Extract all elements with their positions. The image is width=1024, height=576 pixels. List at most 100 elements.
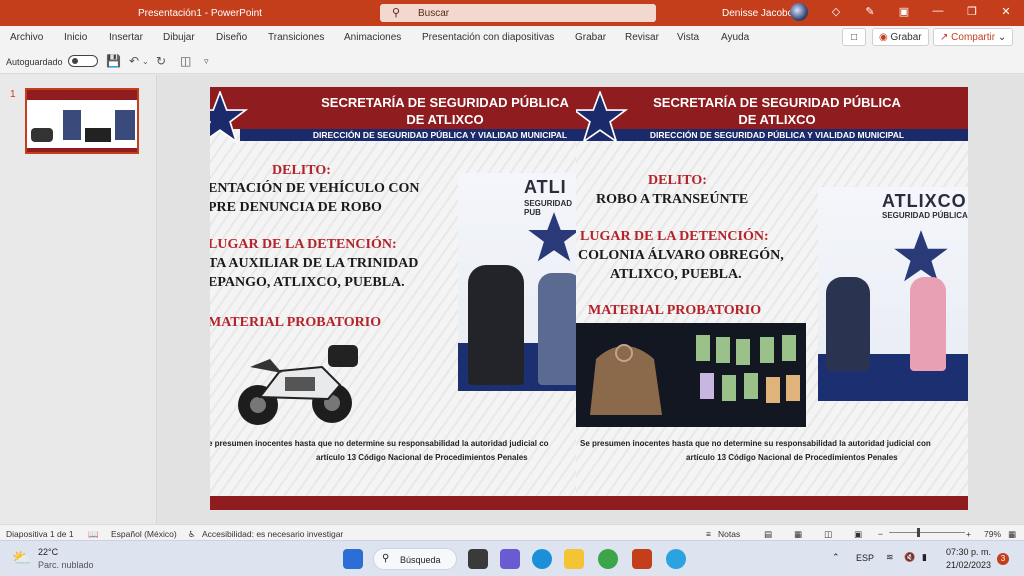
- chrome-icon[interactable]: [598, 549, 618, 569]
- ribbon-display-icon[interactable]: ▣: [896, 5, 912, 21]
- zoom-in-icon[interactable]: +: [966, 529, 971, 539]
- tab-revisar[interactable]: Revisar: [625, 32, 659, 43]
- show-hidden-icons-icon[interactable]: ⌃: [832, 552, 840, 563]
- autosave-label: Autoguardado: [6, 57, 63, 67]
- poster-2-disclaimer-line2: artículo 13 Código Nacional de Procedimi…: [686, 453, 898, 462]
- slide-sorter-icon[interactable]: ▦: [794, 529, 802, 540]
- record-button[interactable]: ◉ Grabar: [872, 28, 929, 46]
- minimize-icon[interactable]: —: [930, 5, 946, 21]
- edge-icon[interactable]: [532, 549, 552, 569]
- poster-2-delito-label: DELITO:: [648, 173, 707, 188]
- tab-diseno[interactable]: Diseño: [216, 32, 247, 43]
- poster-1-title-line1: SECRETARÍA DE SEGURIDAD PÚBLICA: [321, 95, 569, 110]
- restore-icon[interactable]: ❐: [964, 5, 980, 21]
- search-icon: ⚲: [382, 553, 390, 564]
- poster-1-footer: [210, 496, 582, 510]
- diamond-icon[interactable]: ◇: [828, 5, 844, 21]
- notification-badge[interactable]: 3: [997, 553, 1009, 565]
- share-button[interactable]: ↗ Compartir ⌄: [933, 28, 1014, 46]
- close-icon[interactable]: ✕: [998, 5, 1014, 21]
- zoom-slider[interactable]: [889, 532, 965, 533]
- language-status[interactable]: Español (México): [111, 529, 177, 539]
- weather-icon[interactable]: ⛅: [12, 548, 32, 568]
- telegram-icon[interactable]: [666, 549, 686, 569]
- avatar[interactable]: [790, 3, 808, 21]
- search-icon: ⚲: [392, 7, 401, 19]
- poster-2-title-line2: DE ATLIXCO: [738, 112, 816, 127]
- tab-presentacion[interactable]: Presentación con diapositivas: [422, 32, 554, 43]
- tab-transiciones[interactable]: Transiciones: [268, 32, 324, 43]
- zoom-out-icon[interactable]: −: [878, 529, 883, 539]
- start-icon[interactable]: [343, 549, 363, 569]
- undo-dropdown-icon[interactable]: ⌄: [142, 57, 149, 66]
- thumb-photo-left: [63, 110, 81, 140]
- poster-1-lugar-label: LUGAR DE LA DETENCIÓN:: [210, 237, 397, 252]
- poster-2: SECRETARÍA DE SEGURIDAD PÚBLICA DE ATLIX…: [576, 87, 968, 510]
- thumb-moto: [31, 128, 53, 142]
- officer-figure: [826, 277, 870, 371]
- thumb-header-left: [27, 90, 82, 100]
- tab-animaciones[interactable]: Animaciones: [344, 32, 401, 43]
- tab-dibujar[interactable]: Dibujar: [163, 32, 195, 43]
- tab-grabar[interactable]: Grabar: [575, 32, 606, 43]
- autosave-toggle[interactable]: [68, 55, 98, 67]
- tab-insertar[interactable]: Insertar: [109, 32, 143, 43]
- save-icon[interactable]: 💾: [106, 54, 121, 68]
- record-icon: ◉: [879, 32, 888, 43]
- notes-button[interactable]: Notas: [718, 529, 740, 539]
- poster-2-lugar-line2: ATLIXCO, PUEBLA.: [610, 267, 742, 282]
- officer-figure: [468, 265, 524, 385]
- slide-thumbnail[interactable]: [25, 88, 139, 154]
- thumb-photo-right: [115, 110, 135, 140]
- zoom-slider-thumb[interactable]: [917, 528, 920, 537]
- taskbar-search[interactable]: ⚲ Búsqueda: [373, 548, 457, 570]
- thumb-footer: [27, 148, 137, 152]
- slide-canvas[interactable]: SECRETARÍA DE SEGURIDAD PÚBLICA DE ATLIX…: [210, 87, 968, 510]
- powerpoint-icon[interactable]: [632, 549, 652, 569]
- zoom-level[interactable]: 79%: [984, 529, 1001, 539]
- slide-count: Diapositiva 1 de 1: [6, 529, 74, 539]
- language-indicator[interactable]: ESP: [856, 553, 874, 563]
- ribbon-tabs: Archivo Inicio Insertar Dibujar Diseño T…: [0, 26, 1024, 48]
- tab-ayuda[interactable]: Ayuda: [721, 32, 749, 43]
- undo-icon[interactable]: ↶: [129, 54, 139, 68]
- share-icon: ↗: [940, 32, 949, 43]
- pen-icon[interactable]: ✎: [862, 5, 878, 21]
- normal-view-icon[interactable]: ▤: [764, 529, 772, 540]
- detainee-figure: [910, 277, 946, 371]
- spellcheck-icon[interactable]: 📖: [88, 529, 99, 540]
- volume-icon[interactable]: 🔇: [904, 552, 915, 563]
- file-explorer-icon[interactable]: [564, 549, 584, 569]
- accessibility-icon[interactable]: ♿: [188, 529, 196, 540]
- user-name[interactable]: Denisse Jacobo: [722, 8, 793, 19]
- tab-inicio[interactable]: Inicio: [64, 32, 87, 43]
- clock-date[interactable]: 21/02/2023: [946, 560, 991, 570]
- comments-button[interactable]: □: [842, 28, 866, 46]
- poster-2-material-label: MATERIAL PROBATORIO: [588, 303, 762, 318]
- redo-icon[interactable]: ↻: [156, 54, 166, 68]
- accessibility-status[interactable]: Accesibilidad: es necesario investigar: [202, 529, 343, 539]
- task-view-icon[interactable]: [468, 549, 488, 569]
- customize-qat-icon[interactable]: ▿: [204, 56, 209, 67]
- chat-icon[interactable]: [500, 549, 520, 569]
- weather-description[interactable]: Parc. nublado: [38, 560, 94, 570]
- weather-temperature[interactable]: 22°C: [38, 547, 58, 557]
- fit-slide-icon[interactable]: ▦: [1008, 529, 1016, 540]
- poster-2-title-line1: SECRETARÍA DE SEGURIDAD PÚBLICA: [653, 95, 901, 110]
- battery-icon[interactable]: ▮: [922, 552, 927, 563]
- poster-2-lugar-label: LUGAR DE LA DETENCIÓN:: [580, 229, 769, 244]
- poster-2-delito-line1: ROBO A TRANSEÚNTE: [596, 192, 749, 207]
- present-icon[interactable]: ◫: [180, 54, 191, 68]
- search-box[interactable]: ⚲ Buscar: [380, 4, 656, 22]
- poster-1-title-line2: DE ATLIXCO: [406, 112, 484, 127]
- reading-view-icon[interactable]: ◫: [824, 529, 832, 540]
- poster-2-photo-brand: ATLIXCO: [882, 191, 967, 211]
- tab-vista[interactable]: Vista: [677, 32, 699, 43]
- motorcycle-evidence-image: [238, 345, 358, 425]
- window-title: Presentación1 - PowerPoint: [138, 8, 262, 19]
- notes-icon[interactable]: ≡: [706, 529, 711, 539]
- clock-time[interactable]: 07:30 p. m.: [946, 547, 991, 557]
- slideshow-icon[interactable]: ▣: [854, 529, 862, 540]
- tab-archivo[interactable]: Archivo: [10, 32, 43, 43]
- wifi-icon[interactable]: ≋: [886, 552, 894, 563]
